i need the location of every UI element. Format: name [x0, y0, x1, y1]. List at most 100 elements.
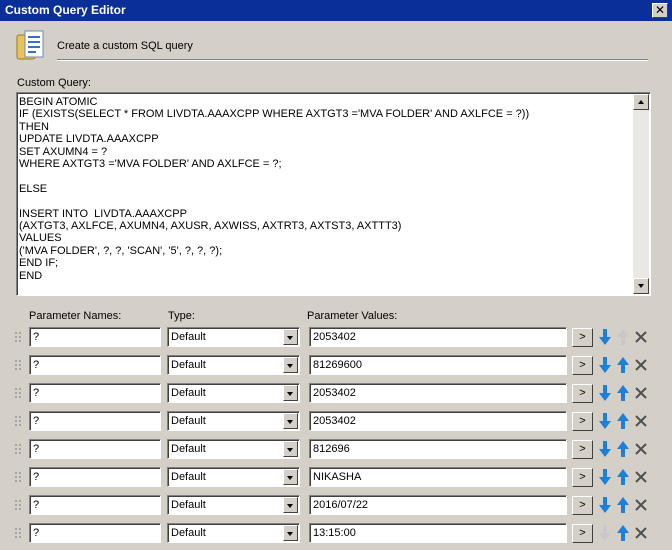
- parameter-type-select[interactable]: Default: [167, 411, 300, 431]
- close-button[interactable]: ✕: [652, 3, 668, 18]
- dropdown-button[interactable]: [283, 413, 298, 429]
- parameter-row: ? Default 2053402 >: [0, 410, 672, 434]
- parameter-type-select[interactable]: Default: [167, 495, 300, 515]
- parameter-name-input[interactable]: ?: [29, 495, 161, 515]
- parameter-value-input[interactable]: 812696: [309, 439, 567, 459]
- chevron-down-icon: [287, 364, 293, 368]
- delete-icon[interactable]: [633, 328, 649, 346]
- chevron-down-icon: [287, 448, 293, 452]
- move-down-icon[interactable]: [597, 328, 613, 346]
- value-picker-button[interactable]: >: [572, 524, 593, 543]
- scroll-up-button[interactable]: [633, 94, 649, 110]
- dropdown-button[interactable]: [283, 441, 298, 457]
- database-query-icon: [16, 30, 44, 60]
- drag-handle-icon[interactable]: [14, 527, 22, 539]
- parameter-type-select[interactable]: Default: [167, 355, 300, 375]
- move-up-icon[interactable]: [615, 496, 631, 514]
- dropdown-button[interactable]: [283, 469, 298, 485]
- chevron-down-icon: [287, 476, 293, 480]
- delete-icon[interactable]: [633, 468, 649, 486]
- custom-query-text[interactable]: BEGIN ATOMIC IF (EXISTS(SELECT * FROM LI…: [19, 96, 631, 292]
- parameter-name-input[interactable]: ?: [29, 523, 161, 543]
- value-picker-button[interactable]: >: [572, 468, 593, 487]
- delete-icon[interactable]: [633, 496, 649, 514]
- drag-handle-icon[interactable]: [14, 443, 22, 455]
- parameter-value-input[interactable]: 81269600: [309, 355, 567, 375]
- move-up-icon[interactable]: [615, 440, 631, 458]
- value-picker-button[interactable]: >: [572, 356, 593, 375]
- parameter-type-select[interactable]: Default: [167, 467, 300, 487]
- move-up-icon[interactable]: [615, 384, 631, 402]
- parameter-row: ? Default 2053402 >: [0, 326, 672, 350]
- dropdown-button[interactable]: [283, 385, 298, 401]
- header-divider: [57, 59, 648, 61]
- value-picker-button[interactable]: >: [572, 328, 593, 347]
- value-picker-button[interactable]: >: [572, 440, 593, 459]
- parameter-names-header: Parameter Names:: [29, 310, 122, 322]
- parameter-type-select[interactable]: Default: [167, 523, 300, 543]
- parameter-type-value: Default: [171, 415, 206, 427]
- scroll-down-button[interactable]: [633, 278, 649, 294]
- drag-handle-icon[interactable]: [14, 499, 22, 511]
- value-picker-button[interactable]: >: [572, 496, 593, 515]
- parameter-type-select[interactable]: Default: [167, 327, 300, 347]
- dropdown-button[interactable]: [283, 329, 298, 345]
- parameter-value-input[interactable]: 2053402: [309, 411, 567, 431]
- parameter-name-input[interactable]: ?: [29, 355, 161, 375]
- value-picker-button[interactable]: >: [572, 384, 593, 403]
- parameter-value-input[interactable]: 2053402: [309, 383, 567, 403]
- move-up-icon[interactable]: [615, 524, 631, 542]
- drag-handle-icon[interactable]: [14, 331, 22, 343]
- move-down-icon[interactable]: [597, 356, 613, 374]
- drag-handle-icon[interactable]: [14, 471, 22, 483]
- parameter-name-input[interactable]: ?: [29, 439, 161, 459]
- move-down-icon[interactable]: [597, 412, 613, 430]
- parameter-type-select[interactable]: Default: [167, 439, 300, 459]
- drag-handle-icon[interactable]: [14, 387, 22, 399]
- header-description: Create a custom SQL query: [57, 40, 193, 52]
- parameter-name-input[interactable]: ?: [29, 327, 161, 347]
- parameter-row: ? Default 2016/07/22 >: [0, 494, 672, 518]
- chevron-down-icon: [287, 336, 293, 340]
- parameter-value-input[interactable]: 2053402: [309, 327, 567, 347]
- dropdown-button[interactable]: [283, 525, 298, 541]
- delete-icon[interactable]: [633, 440, 649, 458]
- move-down-icon[interactable]: [597, 384, 613, 402]
- parameter-type-value: Default: [171, 331, 206, 343]
- move-down-icon: [597, 524, 613, 542]
- move-up-icon[interactable]: [615, 412, 631, 430]
- drag-handle-icon[interactable]: [14, 415, 22, 427]
- delete-icon[interactable]: [633, 412, 649, 430]
- custom-query-editor[interactable]: BEGIN ATOMIC IF (EXISTS(SELECT * FROM LI…: [16, 92, 651, 296]
- dropdown-button[interactable]: [283, 357, 298, 373]
- parameter-row: ? Default 13:15:00 >: [0, 522, 672, 546]
- move-down-icon[interactable]: [597, 468, 613, 486]
- drag-handle-icon[interactable]: [14, 359, 22, 371]
- move-down-icon[interactable]: [597, 496, 613, 514]
- parameter-type-value: Default: [171, 387, 206, 399]
- type-header: Type:: [168, 310, 195, 322]
- move-down-icon[interactable]: [597, 440, 613, 458]
- value-picker-button[interactable]: >: [572, 412, 593, 431]
- window-titlebar[interactable]: Custom Query Editor ✕: [0, 0, 672, 21]
- parameter-type-value: Default: [171, 499, 206, 511]
- dropdown-button[interactable]: [283, 497, 298, 513]
- move-up-icon[interactable]: [615, 468, 631, 486]
- parameter-name-input[interactable]: ?: [29, 383, 161, 403]
- parameter-type-select[interactable]: Default: [167, 383, 300, 403]
- parameter-value-input[interactable]: 13:15:00: [309, 523, 567, 543]
- query-scrollbar[interactable]: [633, 94, 649, 294]
- parameter-name-input[interactable]: ?: [29, 467, 161, 487]
- scroll-down-icon: [638, 284, 644, 288]
- parameter-value-input[interactable]: NIKASHA: [309, 467, 567, 487]
- move-up-icon[interactable]: [615, 356, 631, 374]
- custom-query-label: Custom Query:: [17, 77, 91, 89]
- move-up-icon: [615, 328, 631, 346]
- parameter-values-header: Parameter Values:: [307, 310, 398, 322]
- delete-icon[interactable]: [633, 524, 649, 542]
- delete-icon[interactable]: [633, 356, 649, 374]
- parameter-value-input[interactable]: 2016/07/22: [309, 495, 567, 515]
- delete-icon[interactable]: [633, 384, 649, 402]
- parameter-name-input[interactable]: ?: [29, 411, 161, 431]
- parameter-type-value: Default: [171, 471, 206, 483]
